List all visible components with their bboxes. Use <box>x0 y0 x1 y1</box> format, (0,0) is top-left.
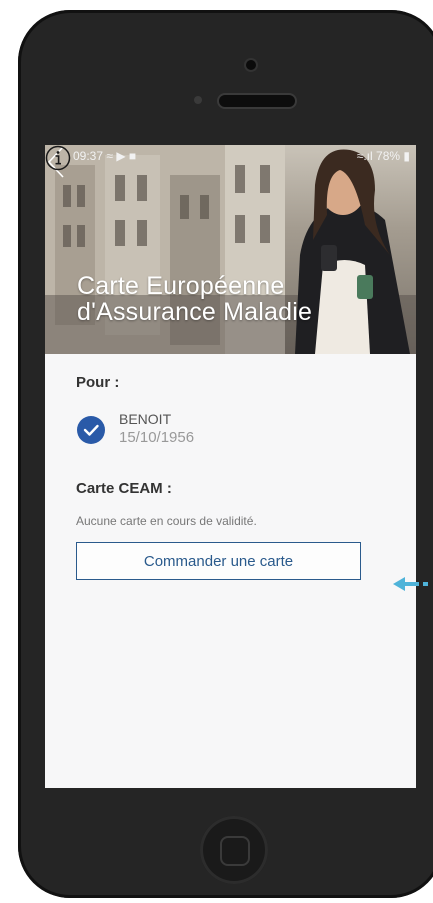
arrow-left-icon <box>393 577 428 591</box>
battery-percent: 78% <box>376 149 401 163</box>
status-bar-left: 09:37 ≈ ▶ ■ <box>73 149 136 163</box>
home-button[interactable] <box>200 816 268 884</box>
proximity-sensor <box>194 96 202 104</box>
order-card-button[interactable]: Commander une carte <box>76 542 361 580</box>
hero-title-line1: Carte Européenne <box>77 272 285 300</box>
hero-banner: 09:37 ≈ ▶ ■ ≈.ıl 78% ▮ Carte Européenne … <box>45 145 416 354</box>
status-time: 09:37 <box>73 149 104 163</box>
beneficiary-birthdate: 15/10/1956 <box>119 429 195 446</box>
hero-title: Carte Européenne d'Assurance Maladie <box>77 273 312 325</box>
info-icon[interactable] <box>45 145 71 171</box>
app-screen: 09:37 ≈ ▶ ■ ≈.ıl 78% ▮ Carte Européenne … <box>45 145 416 788</box>
for-label: Pour : <box>76 374 120 391</box>
battery-icon: ▮ <box>403 149 410 163</box>
play-icon: ▶ <box>116 149 126 163</box>
check-icon <box>77 416 105 444</box>
home-square-icon <box>220 836 250 866</box>
hero-title-line2: d'Assurance Maladie <box>77 298 313 326</box>
card-status-text: Aucune carte en cours de validité. <box>76 514 257 528</box>
signal-icon: ≈.ıl <box>356 149 373 163</box>
beneficiary-name: BENOIT <box>119 411 172 427</box>
notification-icon: ■ <box>128 149 137 163</box>
status-bar-right: ≈.ıl 78% ▮ <box>357 149 410 163</box>
front-camera <box>246 60 256 70</box>
earpiece-speaker <box>219 95 295 107</box>
wifi-icon: ≈ <box>106 149 113 163</box>
card-section-label: Carte CEAM : <box>76 480 172 497</box>
